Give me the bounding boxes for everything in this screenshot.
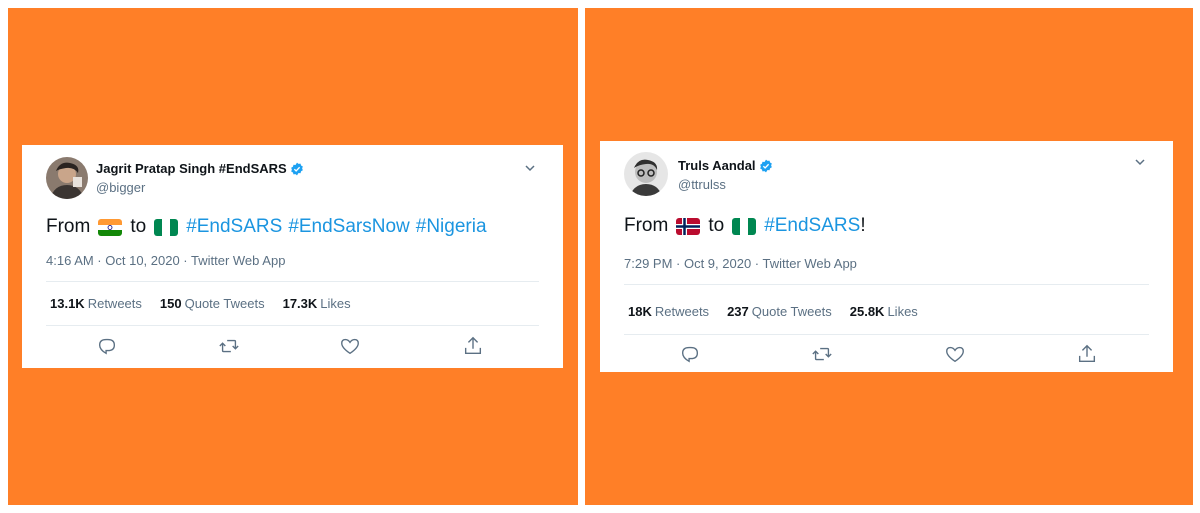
chevron-down-icon[interactable] [523,161,537,175]
tweet-text-to: to [708,215,725,236]
like-icon[interactable] [339,335,361,357]
tweet-card: Jagrit Pratap Singh #EndSARS @bigger Fro… [22,145,563,368]
tweet-actions [624,343,1149,365]
tweet-card: Truls Aandal @ttrulss From to #EndSARS !… [600,141,1173,372]
tweet-actions [46,335,539,357]
share-icon[interactable] [1076,343,1098,365]
hashtag-link[interactable]: #EndSARS [764,215,860,237]
tweet-timestamp[interactable]: 4:16 AM · Oct 10, 2020 · Twitter Web App [46,253,285,268]
retweet-icon[interactable] [218,335,240,357]
author-name-row[interactable]: Truls Aandal [678,158,773,173]
likes-stat[interactable]: 25.8K Likes [850,304,918,319]
orange-panel-right: Truls Aandal @ttrulss From to #EndSARS !… [585,8,1193,505]
retweets-stat[interactable]: 18K Retweets [628,304,709,319]
likes-label: Likes [887,304,918,319]
quote-tweets-stat[interactable]: 150 Quote Tweets [160,296,265,311]
share-icon[interactable] [462,335,484,357]
divider [46,325,539,326]
retweets-count: 18K [628,304,652,319]
author-name[interactable]: Truls Aandal [678,158,756,173]
likes-label: Likes [320,296,351,311]
nigeria-flag-icon [154,218,179,236]
hashtag-link[interactable]: #Nigeria [416,216,487,238]
nigeria-flag-icon [732,217,757,235]
hashtag-link[interactable]: #EndSARS [186,216,282,238]
tweet-text-from: From [46,216,91,237]
tweet-header: Truls Aandal @ttrulss [624,152,1149,196]
tweet-header: Jagrit Pratap Singh #EndSARS @bigger [46,157,539,201]
author-name[interactable]: Jagrit Pratap Singh #EndSARS [96,161,287,176]
author-handle[interactable]: @ttrulss [678,177,773,192]
chevron-down-icon[interactable] [1133,155,1147,169]
retweets-label: Retweets [654,304,710,319]
quote-tweets-label: Quote Tweets [751,304,832,319]
tweet-timestamp[interactable]: 7:29 PM · Oct 9, 2020 · Twitter Web App [624,256,857,271]
divider [624,284,1149,285]
likes-stat[interactable]: 17.3K Likes [283,296,351,311]
likes-count: 25.8K [849,304,885,319]
norway-flag-icon [676,217,701,235]
india-flag-icon [98,218,123,236]
author-name-row[interactable]: Jagrit Pratap Singh #EndSARS [96,161,304,176]
retweets-stat[interactable]: 13.1K Retweets [50,296,142,311]
avatar[interactable] [46,157,88,199]
verified-badge-icon [759,159,773,173]
reply-icon[interactable] [679,343,701,365]
quote-tweets-stat[interactable]: 237 Quote Tweets [727,304,832,319]
author-handle[interactable]: @bigger [96,180,304,195]
quote-tweets-count: 237 [727,304,749,319]
like-icon[interactable] [944,343,966,365]
tweet-stats: 13.1K Retweets 150 Quote Tweets 17.3K Likes [50,296,369,311]
orange-panel-left: Jagrit Pratap Singh #EndSARS @bigger Fro… [8,8,578,505]
reply-icon[interactable] [96,335,118,357]
quote-tweets-label: Quote Tweets [184,296,265,311]
quote-tweets-count: 150 [159,296,182,311]
tweet-text-to: to [130,216,147,237]
tweet-text-from: From [624,215,669,236]
likes-count: 17.3K [282,296,318,311]
retweets-label: Retweets [87,296,142,311]
tweet-text: From to #EndSARS #EndSarsNow #Nigeria [46,216,487,238]
retweet-icon[interactable] [811,343,833,365]
hashtag-link[interactable]: #EndSarsNow [288,216,409,238]
tweet-text: From to #EndSARS ! [624,215,866,237]
author-block: Jagrit Pratap Singh #EndSARS @bigger [96,161,304,195]
retweets-count: 13.1K [50,296,85,311]
verified-badge-icon [290,162,304,176]
divider [624,334,1149,335]
divider [46,281,539,282]
tweet-stats: 18K Retweets 237 Quote Tweets 25.8K Likes [628,304,936,319]
tweet-text-suffix: ! [860,215,866,236]
avatar[interactable] [624,152,668,196]
author-block: Truls Aandal @ttrulss [678,158,773,192]
